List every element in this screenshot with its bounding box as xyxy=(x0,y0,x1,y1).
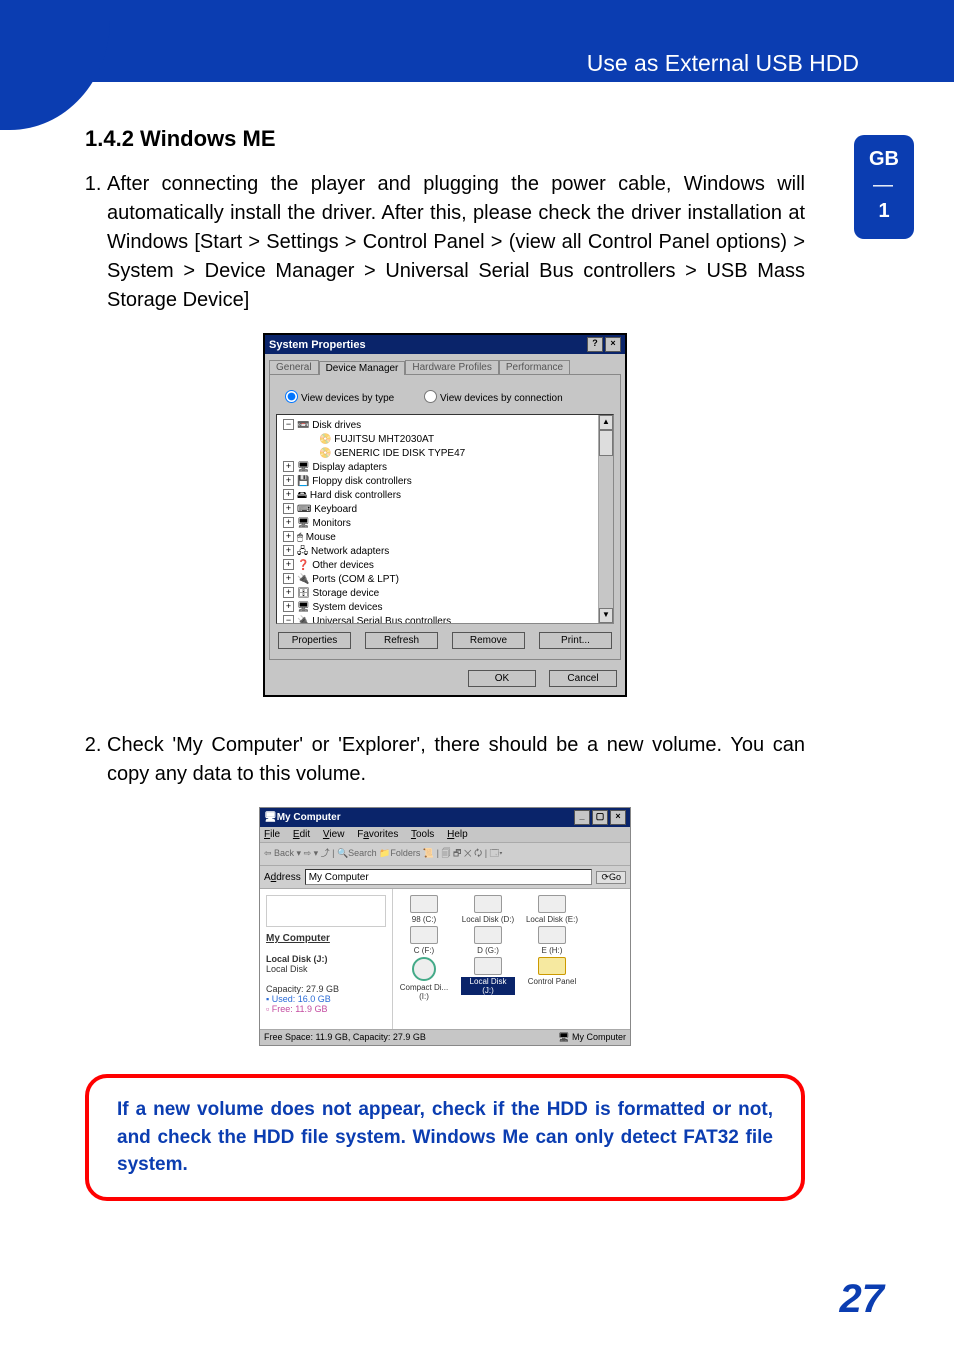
drive-grid: 98 (C:) Local Disk (D:) Local Disk (E:) … xyxy=(393,889,630,1029)
drive-h[interactable]: E (H:) xyxy=(525,926,579,955)
step-2: Check 'My Computer' or 'Explorer', there… xyxy=(107,731,805,789)
side-tab-chapter: 1 xyxy=(854,199,914,223)
scrollbar[interactable]: ▲ ▼ xyxy=(598,415,613,623)
warning-box: If a new volume does not appear, check i… xyxy=(85,1074,805,1201)
menu-edit[interactable]: Edit xyxy=(293,829,310,840)
maximize-icon[interactable]: ▢ xyxy=(592,810,608,825)
toolbar[interactable]: ⇦ Back ▾ ⇨ ▾ ⤴ | 🔍Search 📁Folders 📜 | 🗐 … xyxy=(260,843,630,866)
tab-performance[interactable]: Performance xyxy=(499,360,570,374)
selected-drive-name: Local Disk (J:) xyxy=(266,954,386,964)
menu-bar[interactable]: FFileile Edit View Favorites Tools Help xyxy=(260,827,630,843)
scroll-up-icon[interactable]: ▲ xyxy=(599,415,613,430)
close-icon[interactable]: × xyxy=(610,810,626,825)
scroll-thumb[interactable] xyxy=(599,430,613,456)
properties-button[interactable]: Properties xyxy=(278,632,351,649)
page-number: 27 xyxy=(840,1277,885,1322)
side-panel: My Computer Local Disk (J:) Local Disk C… xyxy=(260,889,393,1029)
device-tree[interactable]: −📼 Disk drives 📀 FUJITSU MHT2030AT 📀 GEN… xyxy=(276,414,614,624)
sysprops-titlebar: System Properties ? × xyxy=(265,335,625,354)
radio-by-connection[interactable]: View devices by connection xyxy=(419,393,563,404)
status-bar: Free Space: 11.9 GB, Capacity: 27.9 GB 🖥… xyxy=(260,1029,630,1045)
warning-text: If a new volume does not appear, check i… xyxy=(117,1096,773,1179)
menu-help[interactable]: Help xyxy=(447,829,468,840)
tab-general[interactable]: General xyxy=(269,360,319,374)
ok-button[interactable]: OK xyxy=(468,670,536,687)
drive-d[interactable]: Local Disk (D:) xyxy=(461,895,515,924)
free-label: Free: 11.9 GB xyxy=(272,1004,328,1014)
side-tab-lang: GB xyxy=(854,147,914,171)
drive-f[interactable]: C (F:) xyxy=(397,926,451,955)
remove-button[interactable]: Remove xyxy=(452,632,525,649)
side-tab-divider: — xyxy=(854,173,914,197)
drive-j-selected[interactable]: Local Disk (J:) xyxy=(461,957,515,1001)
address-input[interactable] xyxy=(305,869,593,885)
menu-favorites[interactable]: Favorites xyxy=(357,829,398,840)
sysprops-title: System Properties xyxy=(269,339,366,351)
capacity-label: Capacity: 27.9 GB xyxy=(266,984,386,994)
refresh-button[interactable]: Refresh xyxy=(365,632,438,649)
address-bar: Address ⟳Go xyxy=(260,866,630,889)
sysprops-tabs: General Device Manager Hardware Profiles… xyxy=(269,360,621,374)
address-label: Address xyxy=(264,872,301,883)
side-tab: GB — 1 xyxy=(854,135,914,239)
minimize-icon[interactable]: _ xyxy=(574,810,590,825)
mycomputer-icon xyxy=(266,895,386,927)
mycomputer-titlebar: 🖥 My Computer _ ▢ × xyxy=(260,808,630,827)
help-icon[interactable]: ? xyxy=(587,337,603,352)
steps-list: After connecting the player and plugging… xyxy=(85,170,805,315)
print-button[interactable]: Print... xyxy=(539,632,612,649)
drive-c[interactable]: 98 (C:) xyxy=(397,895,451,924)
selected-drive-type: Local Disk xyxy=(266,964,386,974)
cancel-button[interactable]: Cancel xyxy=(549,670,617,687)
mycomputer-title: My Computer xyxy=(277,812,341,823)
step-1: After connecting the player and plugging… xyxy=(107,170,805,315)
menu-view[interactable]: View xyxy=(323,829,345,840)
used-label: Used: 16.0 GB xyxy=(272,994,331,1004)
menu-file[interactable]: FFileile xyxy=(264,829,280,840)
tab-hardware-profiles[interactable]: Hardware Profiles xyxy=(405,360,498,374)
my-computer-window: 🖥 My Computer _ ▢ × FFileile Edit View F… xyxy=(259,807,631,1046)
drive-i-cd[interactable]: Compact Di... (I:) xyxy=(397,957,451,1001)
system-properties-window: System Properties ? × General Device Man… xyxy=(263,333,627,697)
drive-e[interactable]: Local Disk (E:) xyxy=(525,895,579,924)
scroll-down-icon[interactable]: ▼ xyxy=(599,608,613,623)
header-title: Use as External USB HDD xyxy=(587,50,859,77)
steps-list-2: Check 'My Computer' or 'Explorer', there… xyxy=(85,731,805,789)
drive-g[interactable]: D (G:) xyxy=(461,926,515,955)
status-left: Free Space: 11.9 GB, Capacity: 27.9 GB xyxy=(264,1032,426,1043)
section-heading: 1.4.2 Windows ME xyxy=(85,126,805,152)
tab-device-manager[interactable]: Device Manager xyxy=(319,361,406,375)
status-right: My Computer xyxy=(572,1032,626,1042)
header-curve xyxy=(0,0,110,130)
collapse-icon[interactable]: − xyxy=(283,419,294,430)
close-icon[interactable]: × xyxy=(605,337,621,352)
radio-by-type[interactable]: View devices by type xyxy=(280,393,394,404)
menu-tools[interactable]: Tools xyxy=(411,829,434,840)
side-panel-title: My Computer xyxy=(266,933,386,944)
expand-icon[interactable]: + xyxy=(283,461,294,472)
go-button[interactable]: ⟳Go xyxy=(596,871,626,884)
control-panel-icon[interactable]: Control Panel xyxy=(525,957,579,1001)
